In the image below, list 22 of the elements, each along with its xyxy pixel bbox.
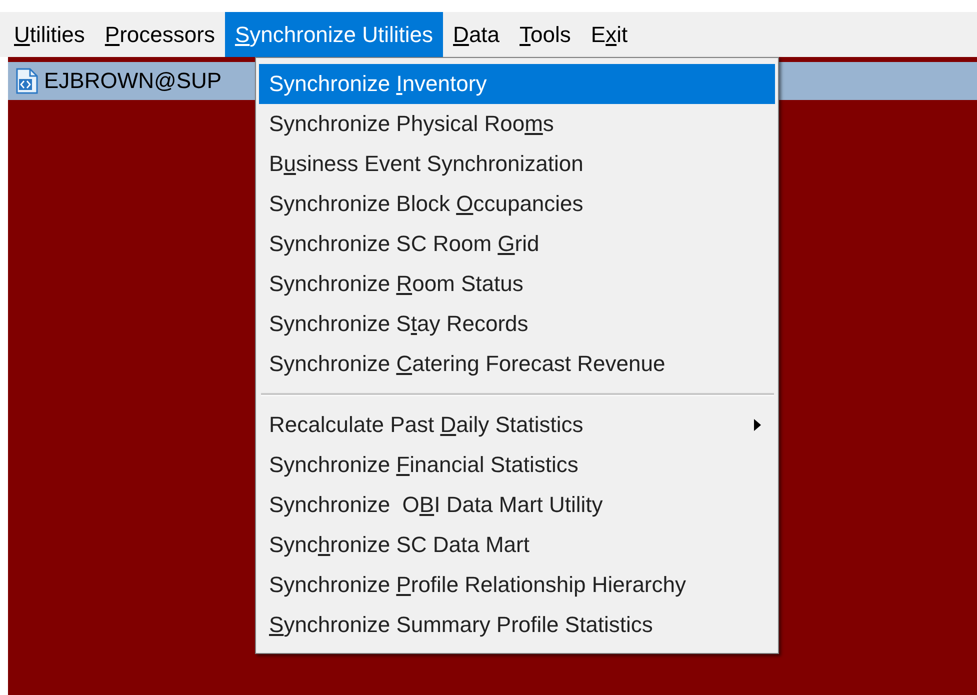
menu-bar-item[interactable]: Processors — [94, 12, 225, 57]
menu-item[interactable]: Synchronize Inventory — [259, 64, 775, 104]
menu-bar-item[interactable]: Exit — [580, 12, 638, 57]
document-title: EJBROWN@SUP — [44, 68, 222, 94]
document-icon — [16, 68, 38, 94]
menu-item[interactable]: Synchronize Profile Relationship Hierarchy — [259, 565, 775, 605]
menu-bar-item[interactable]: Synchronize Utilities — [224, 12, 444, 57]
menu-item[interactable]: Synchronize Catering Forecast Revenue — [259, 344, 775, 384]
menu-bar-item[interactable]: Tools — [510, 12, 581, 57]
menu-bar-item[interactable]: Utilities — [4, 12, 95, 57]
menu-item[interactable]: Synchronize Stay Records — [259, 304, 775, 344]
menu-item[interactable]: Synchronize Block Occupancies — [259, 184, 775, 224]
menu-bar-item[interactable]: Data — [443, 12, 510, 57]
menu-item[interactable]: Synchronize Summary Profile Statistics — [259, 605, 775, 645]
menu-item[interactable]: Synchronize SC Data Mart — [259, 525, 775, 565]
menu-item[interactable]: Synchronize Room Status — [259, 264, 775, 304]
menu-item[interactable]: Recalculate Past Daily Statistics — [259, 405, 775, 445]
menu-item[interactable]: Synchronize SC Room Grid — [259, 224, 775, 264]
menu-item[interactable]: Synchronize Physical Rooms — [259, 104, 775, 144]
menu-item[interactable]: Synchronize OBI Data Mart Utility — [259, 485, 775, 525]
menu-item[interactable]: Synchronize Financial Statistics — [259, 445, 775, 485]
menu-item[interactable]: Business Event Synchronization — [259, 144, 775, 184]
